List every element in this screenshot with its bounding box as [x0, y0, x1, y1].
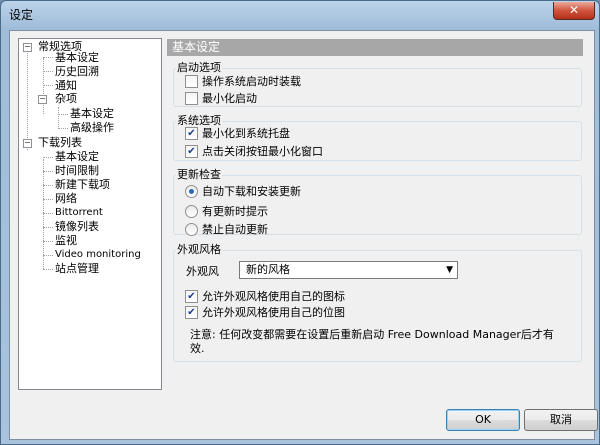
window-title: 设定	[9, 8, 34, 22]
checkbox-label: 操作系统启动时装载	[202, 75, 301, 88]
settings-window: 设定 ✕ − − − 常规选项 基本设定 历史回溯 通知 杂项 基本设定 高级操…	[0, 0, 600, 445]
tree-line	[43, 159, 44, 269]
radio-label: 禁止自动更新	[202, 223, 268, 236]
collapse-toggle-icon[interactable]: −	[38, 95, 47, 104]
tree-line	[43, 171, 53, 172]
skin-bitmaps-checkbox[interactable]: ✔ 允许外观风格使用自己的位图	[185, 305, 345, 320]
tree-item-video-monitoring[interactable]: Video monitoring	[55, 248, 141, 262]
tree-line	[43, 71, 53, 72]
tree-item-history[interactable]: 历史回溯	[55, 65, 99, 79]
dialog-client-area: − − − 常规选项 基本设定 历史回溯 通知 杂项 基本设定 高级操作 下载列…	[9, 30, 598, 440]
skin-label: 外观风	[186, 265, 219, 278]
tree-item-new-download[interactable]: 新建下载项	[55, 178, 110, 192]
tree-item-advanced[interactable]: 高级操作	[70, 121, 114, 135]
tree-line	[43, 157, 53, 158]
disable-update-radio[interactable]: 禁止自动更新	[185, 222, 268, 237]
collapse-toggle-icon[interactable]: −	[23, 139, 32, 148]
load-on-startup-checkbox[interactable]: 操作系统启动时装载	[185, 74, 301, 89]
tree-item-notifications[interactable]: 通知	[55, 79, 77, 93]
settings-tree[interactable]: − − − 常规选项 基本设定 历史回溯 通知 杂项 基本设定 高级操作 下载列…	[18, 38, 162, 390]
minimize-to-tray-checkbox[interactable]: ✔ 最小化到系统托盘	[185, 126, 290, 141]
checkbox-box	[185, 74, 198, 88]
startup-group-title: 启动选项	[176, 61, 222, 74]
radio-dot	[185, 184, 198, 198]
tree-line	[43, 58, 44, 114]
tree-item-misc-basic[interactable]: 基本设定	[70, 107, 114, 121]
tree-item-downloads-basic[interactable]: 基本设定	[55, 150, 99, 164]
tree-line	[58, 128, 68, 129]
auto-update-radio[interactable]: 自动下载和安装更新	[185, 184, 301, 199]
check-icon: ✔	[185, 289, 198, 303]
skin-dropdown-value: 新的风格	[246, 263, 290, 276]
tree-item-general-basic[interactable]: 基本设定	[55, 51, 99, 65]
skin-group-title: 外观风格	[176, 243, 222, 256]
skin-icons-checkbox[interactable]: ✔ 允许外观风格使用自己的图标	[185, 289, 345, 304]
update-group-title: 更新检查	[176, 168, 222, 181]
check-icon: ✔	[185, 126, 198, 140]
checkbox-label: 允许外观风格使用自己的位图	[202, 306, 345, 319]
tree-item-monitoring[interactable]: 监视	[55, 234, 77, 248]
tree-line	[43, 199, 53, 200]
title-bar[interactable]: 设定 ✕	[1, 1, 600, 25]
cancel-button[interactable]: 取消	[524, 409, 598, 431]
system-group-title: 系统选项	[176, 114, 222, 127]
tree-line	[27, 51, 28, 150]
radio-dot	[185, 204, 198, 218]
close-minimizes-checkbox[interactable]: ✔ 点击关闭按钮最小化窗口	[185, 144, 323, 159]
prompt-update-radio[interactable]: 有更新时提示	[185, 204, 268, 219]
chevron-down-icon: ▼	[446, 265, 453, 275]
tree-item-download-list[interactable]: 下载列表	[38, 136, 82, 150]
page-title: 基本设定	[167, 39, 583, 56]
tree-item-site-manager[interactable]: 站点管理	[55, 262, 99, 276]
restart-note: 注意: 任何改变都需要在设置后重新启动 Free Download Manage…	[190, 328, 554, 355]
tree-item-network[interactable]: 网络	[55, 192, 77, 206]
tree-line	[58, 107, 59, 129]
tree-line	[43, 255, 53, 256]
tree-line	[43, 57, 53, 58]
checkbox-label: 最小化启动	[202, 92, 257, 105]
start-minimized-checkbox[interactable]: 最小化启动	[185, 91, 257, 106]
radio-dot	[185, 222, 198, 236]
tree-line	[43, 227, 53, 228]
checkbox-box	[185, 91, 198, 105]
tree-item-time-limit[interactable]: 时间限制	[55, 164, 99, 178]
tree-line	[58, 114, 68, 115]
checkbox-label: 允许外观风格使用自己的图标	[202, 290, 345, 303]
check-icon: ✔	[185, 144, 198, 158]
tree-item-mirrors[interactable]: 镜像列表	[55, 220, 99, 234]
radio-label: 自动下载和安装更新	[202, 185, 301, 198]
tree-line	[43, 85, 53, 86]
tree-line	[43, 269, 53, 270]
skin-dropdown[interactable]: 新的风格 ▼	[239, 261, 458, 279]
close-button[interactable]: ✕	[553, 2, 595, 20]
tree-item-bittorrent[interactable]: Bittorrent	[55, 206, 103, 220]
tree-line	[43, 213, 53, 214]
radio-label: 有更新时提示	[202, 205, 268, 218]
ok-button[interactable]: OK	[446, 409, 520, 431]
tree-line	[43, 241, 53, 242]
tree-item-misc[interactable]: 杂项	[55, 92, 77, 106]
checkbox-label: 点击关闭按钮最小化窗口	[202, 145, 323, 158]
tree-line	[43, 185, 53, 186]
checkbox-label: 最小化到系统托盘	[202, 127, 290, 140]
collapse-toggle-icon[interactable]: −	[23, 43, 32, 52]
check-icon: ✔	[185, 305, 198, 319]
